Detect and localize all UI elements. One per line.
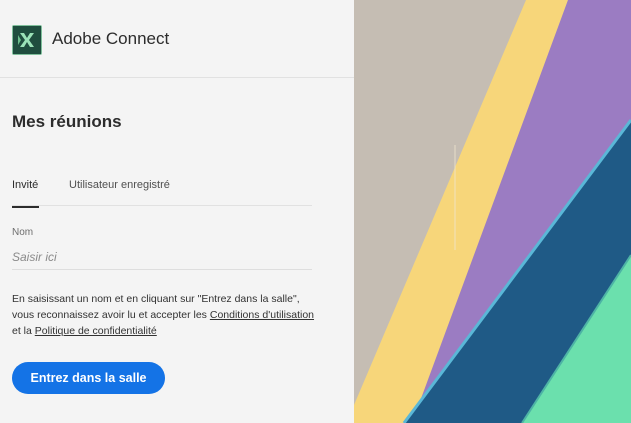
tab-registered-user[interactable]: Utilisateur enregistré — [69, 179, 170, 199]
legal-text-middle: et la — [12, 325, 35, 337]
join-meeting-page: Adobe Connect Mes réunions Invité Utilis… — [0, 0, 631, 423]
page-title: Mes réunions — [12, 112, 122, 131]
legal-notice: En saisissant un nom et en cliquant sur … — [12, 291, 322, 339]
login-tabs: Invité Utilisateur enregistré — [12, 169, 312, 208]
terms-link[interactable]: Conditions d'utilisation — [210, 309, 314, 321]
geometric-art-image — [354, 0, 631, 423]
enter-room-button[interactable]: Entrez dans la salle — [12, 362, 165, 394]
login-panel: Adobe Connect Mes réunions Invité Utilis… — [0, 0, 354, 423]
decorative-art-panel — [354, 0, 631, 423]
app-title: Adobe Connect — [52, 29, 170, 48]
tab-guest[interactable]: Invité — [12, 179, 40, 208]
app-header: Adobe Connect — [0, 0, 354, 78]
privacy-policy-link[interactable]: Politique de confidentialité — [35, 325, 157, 337]
adobe-connect-logo-icon — [12, 25, 42, 55]
name-input[interactable] — [12, 245, 312, 270]
name-field-label: Nom — [12, 227, 34, 238]
